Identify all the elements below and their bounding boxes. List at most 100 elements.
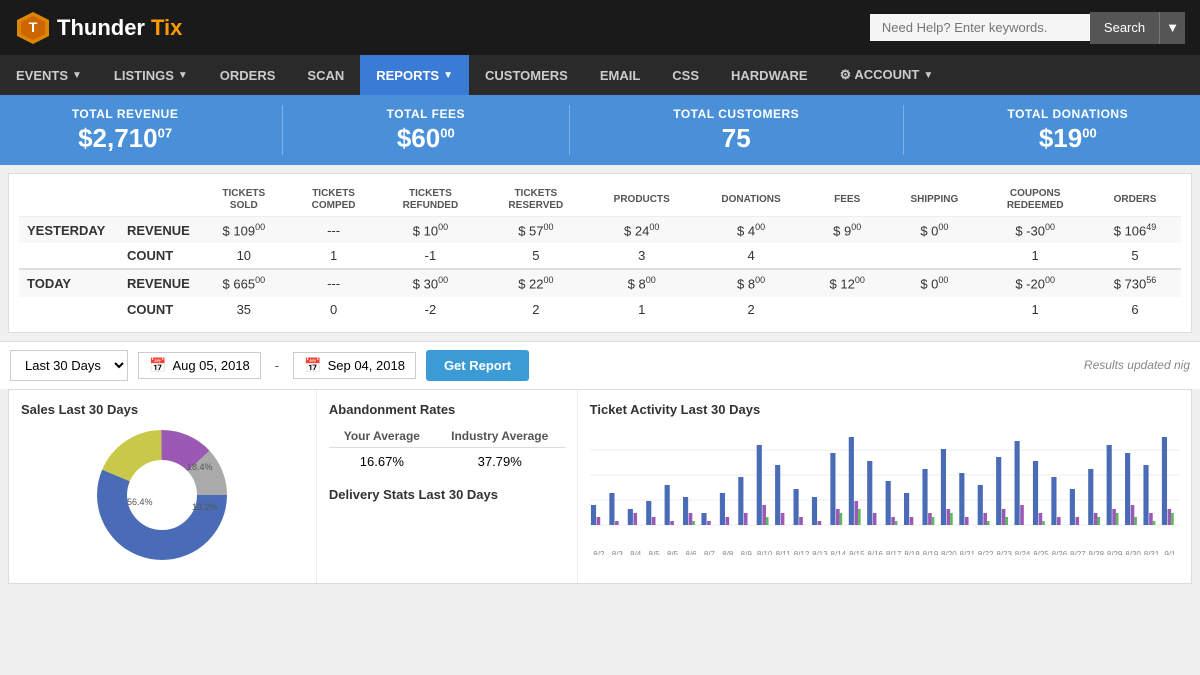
- nav-listings[interactable]: LISTINGS ▼: [98, 55, 204, 95]
- today-count-sublabel: COUNT: [119, 297, 198, 322]
- th-coupons: COUPONSREDEEMED: [981, 184, 1089, 217]
- nav-customers[interactable]: CUSTOMERS: [469, 55, 584, 95]
- yd-count-orders: 5: [1089, 243, 1181, 269]
- x-label-6: 8/7: [700, 550, 718, 555]
- search-bar: Search ▼: [870, 12, 1185, 44]
- x-label-30: 8/31: [1142, 550, 1160, 555]
- x-label-19: 8/20: [940, 550, 958, 555]
- yesterday-revenue-sublabel: REVENUE: [119, 217, 198, 244]
- x-label-28: 8/29: [1105, 550, 1123, 555]
- x-label-9: 8/10: [755, 550, 773, 555]
- x-label-21: 8/22: [977, 550, 995, 555]
- abandonment-data-row: 16.67% 37.79%: [329, 447, 565, 475]
- yd-rev-fees: $ 900: [807, 217, 888, 244]
- abandon-col2-header: Industry Average: [435, 425, 565, 448]
- logo-thunder: Thunder: [57, 15, 145, 41]
- x-label-16: 8/17: [884, 550, 902, 555]
- x-label-17: 8/18: [903, 550, 921, 555]
- stat-donations-value: $1900: [1007, 123, 1128, 154]
- ticket-activity-panel: Ticket Activity Last 30 Days 8/28/38/48/…: [578, 390, 1191, 583]
- report-table-section: TICKETSSOLD TICKETSCOMPED TICKETSREFUNDE…: [8, 173, 1192, 333]
- header: T ThunderTix Search ▼: [0, 0, 1200, 55]
- donut-label-purple: 13.2%: [192, 502, 218, 512]
- abandonment-title: Abandonment Rates: [329, 402, 565, 417]
- th-tickets-sold: TICKETSSOLD: [198, 184, 290, 217]
- stat-fees-label: TOTAL FEES: [387, 107, 465, 121]
- nav-email[interactable]: EMAIL: [584, 55, 656, 95]
- td-rev-donations: $ 800: [695, 269, 807, 296]
- td-count-coupons: 1: [981, 297, 1089, 322]
- x-label-25: 8/26: [1050, 550, 1068, 555]
- calendar-from-icon: 📅: [149, 357, 166, 374]
- yd-count-refunded: -1: [377, 243, 483, 269]
- today-label: TODAY: [19, 269, 119, 296]
- x-label-12: 8/13: [811, 550, 829, 555]
- nav-scan[interactable]: SCAN: [291, 55, 360, 95]
- th-tickets-comped: TICKETSCOMPED: [290, 184, 378, 217]
- yd-count-fees: [807, 243, 888, 269]
- date-to-wrap: 📅 Sep 04, 2018: [293, 352, 416, 379]
- nav-orders[interactable]: ORDERS: [204, 55, 292, 95]
- listings-arrow: ▼: [178, 70, 188, 81]
- x-label-3: 8/5: [645, 550, 663, 555]
- x-label-20: 8/21: [958, 550, 976, 555]
- yd-rev-comped: ---: [290, 217, 378, 244]
- nav-reports[interactable]: REPORTS ▼: [360, 55, 469, 95]
- search-button[interactable]: Search: [1090, 12, 1159, 44]
- nav-account[interactable]: ⚙ ACCOUNT ▼: [824, 55, 950, 95]
- th-fees: FEES: [807, 184, 888, 217]
- today-revenue-sublabel: REVENUE: [119, 269, 198, 296]
- td-rev-refunded: $ 3000: [377, 269, 483, 296]
- x-label-2: 8/4: [626, 550, 644, 555]
- td-rev-comped: ---: [290, 269, 378, 296]
- yd-rev-reserved: $ 5700: [483, 217, 588, 244]
- date-from[interactable]: Aug 05, 2018: [172, 358, 249, 373]
- x-label-11: 8/12: [792, 550, 810, 555]
- date-to[interactable]: Sep 04, 2018: [328, 358, 405, 373]
- x-label-1: 8/3: [608, 550, 626, 555]
- x-label-13: 8/14: [829, 550, 847, 555]
- x-label-0: 8/2: [590, 550, 608, 555]
- yesterday-revenue-row: YESTERDAY REVENUE $ 10900 --- $ 1000 $ 5…: [19, 217, 1181, 244]
- th-tickets-refunded: TICKETSREFUNDED: [377, 184, 483, 217]
- th-donations: DONATIONS: [695, 184, 807, 217]
- your-avg-value: 16.67%: [329, 447, 435, 475]
- get-report-button[interactable]: Get Report: [426, 350, 529, 381]
- bar-chart-wrap: 8/28/38/48/58/58/68/78/88/98/108/118/128…: [590, 425, 1179, 555]
- td-count-donations: 2: [695, 297, 807, 322]
- x-label-5: 8/6: [682, 550, 700, 555]
- yd-count-tickets-sold: 10: [198, 243, 290, 269]
- yd-rev-donations: $ 400: [695, 217, 807, 244]
- controls-row: Last 30 Days Last 7 Days Last 90 Days Cu…: [0, 341, 1200, 389]
- events-arrow: ▼: [72, 70, 82, 81]
- navigation: EVENTS ▼ LISTINGS ▼ ORDERS SCAN REPORTS …: [0, 55, 1200, 95]
- date-range-select[interactable]: Last 30 Days Last 7 Days Last 90 Days Cu…: [10, 350, 128, 381]
- stat-divider-2: [569, 105, 570, 155]
- yd-count-comped: 1: [290, 243, 378, 269]
- th-type: [119, 184, 198, 217]
- sales-chart-title: Sales Last 30 Days: [21, 402, 304, 417]
- td-count-refunded: -2: [377, 297, 483, 322]
- today-count-row: COUNT 35 0 -2 2 1 2 1 6: [19, 297, 1181, 322]
- th-products: PRODUCTS: [588, 184, 695, 217]
- date-from-wrap: 📅 Aug 05, 2018: [138, 352, 261, 379]
- logo[interactable]: T ThunderTix: [15, 10, 182, 46]
- stat-customers-value: 75: [673, 123, 799, 154]
- x-label-31: 9/1: [1161, 550, 1179, 555]
- search-input[interactable]: [870, 14, 1090, 41]
- yesterday-count-row: COUNT 10 1 -1 5 3 4 1 5: [19, 243, 1181, 269]
- report-table: TICKETSSOLD TICKETSCOMPED TICKETSREFUNDE…: [19, 184, 1181, 322]
- search-dropdown-button[interactable]: ▼: [1159, 12, 1185, 44]
- bar-chart: [590, 425, 1179, 545]
- stat-total-customers: TOTAL CUSTOMERS 75: [673, 107, 799, 154]
- nav-events[interactable]: EVENTS ▼: [0, 55, 98, 95]
- nav-hardware[interactable]: HARDWARE: [715, 55, 824, 95]
- td-count-orders: 6: [1089, 297, 1181, 322]
- yd-count-coupons: 1: [981, 243, 1089, 269]
- yd-rev-products: $ 2400: [588, 217, 695, 244]
- td-count-fees: [807, 297, 888, 322]
- x-label-24: 8/25: [1032, 550, 1050, 555]
- nav-css[interactable]: CSS: [656, 55, 715, 95]
- stat-divider-3: [903, 105, 904, 155]
- x-label-10: 8/11: [774, 550, 792, 555]
